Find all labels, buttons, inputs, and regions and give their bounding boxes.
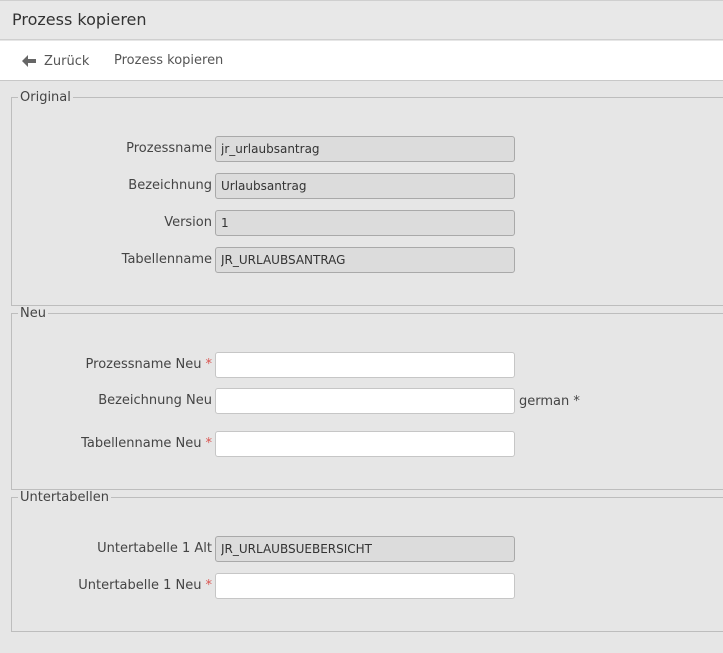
bezeichnung-neu-label: Bezeichnung Neu — [98, 393, 212, 408]
row-untertabelle-alt: Untertabelle 1 Alt — [12, 536, 723, 562]
original-legend: Original — [20, 90, 71, 105]
untertabelle-alt-label: Untertabelle 1 Alt — [97, 541, 212, 556]
tabellenname-field[interactable] — [215, 247, 515, 273]
tabellenname-neu-label: Tabellenname Neu * — [81, 436, 212, 451]
untertabellen-section: Untertabellen Untertabelle 1 Alt Unterta… — [11, 490, 723, 632]
title-bar: Prozess kopieren — [0, 0, 723, 40]
version-label: Version — [164, 215, 212, 230]
untertabelle-alt-field[interactable] — [215, 536, 515, 562]
row-untertabelle-neu: Untertabelle 1 Neu * — [12, 573, 723, 599]
row-prozessname-neu: Prozessname Neu * — [12, 352, 723, 378]
untertabelle-neu-input[interactable] — [215, 573, 515, 599]
untertabellen-legend: Untertabellen — [20, 490, 109, 505]
prozessname-neu-label: Prozessname Neu * — [85, 357, 213, 372]
arrow-left-icon — [22, 55, 36, 67]
bezeichnung-field[interactable] — [215, 173, 515, 199]
back-button[interactable]: Zurück — [22, 52, 89, 70]
row-tabellenname: Tabellenname — [12, 247, 723, 273]
required-marker: * — [205, 436, 213, 451]
version-field[interactable] — [215, 210, 515, 236]
prozessname-neu-input[interactable] — [215, 352, 515, 378]
original-section: Original Prozessname Bezeichnung Version… — [11, 90, 723, 306]
bezeichnung-label: Bezeichnung — [128, 178, 212, 193]
bezeichnung-neu-input[interactable] — [215, 388, 515, 414]
tabellenname-neu-input[interactable] — [215, 431, 515, 457]
neu-legend: Neu — [20, 306, 46, 321]
required-marker: * — [205, 357, 213, 372]
back-label: Zurück — [44, 53, 90, 69]
row-bezeichnung-neu: Bezeichnung Neu german * — [12, 388, 723, 414]
row-tabellenname-neu: Tabellenname Neu * — [12, 431, 723, 457]
toolbar: Zurück Prozess kopieren — [0, 41, 723, 81]
prozessname-field[interactable] — [215, 136, 515, 162]
row-version: Version — [12, 210, 723, 236]
tabellenname-label: Tabellenname — [121, 252, 212, 267]
row-bezeichnung: Bezeichnung — [12, 173, 723, 199]
page-title: Prozess kopieren — [12, 10, 147, 29]
required-marker: * — [205, 578, 213, 593]
neu-section: Neu Prozessname Neu * Bezeichnung Neu ger… — [11, 306, 723, 490]
untertabelle-neu-label: Untertabelle 1 Neu * — [78, 578, 212, 593]
language-suffix: german * — [519, 394, 580, 409]
prozessname-label: Prozessname — [126, 141, 212, 156]
row-prozessname: Prozessname — [12, 136, 723, 162]
breadcrumb-current: Prozess kopieren — [114, 53, 224, 68]
